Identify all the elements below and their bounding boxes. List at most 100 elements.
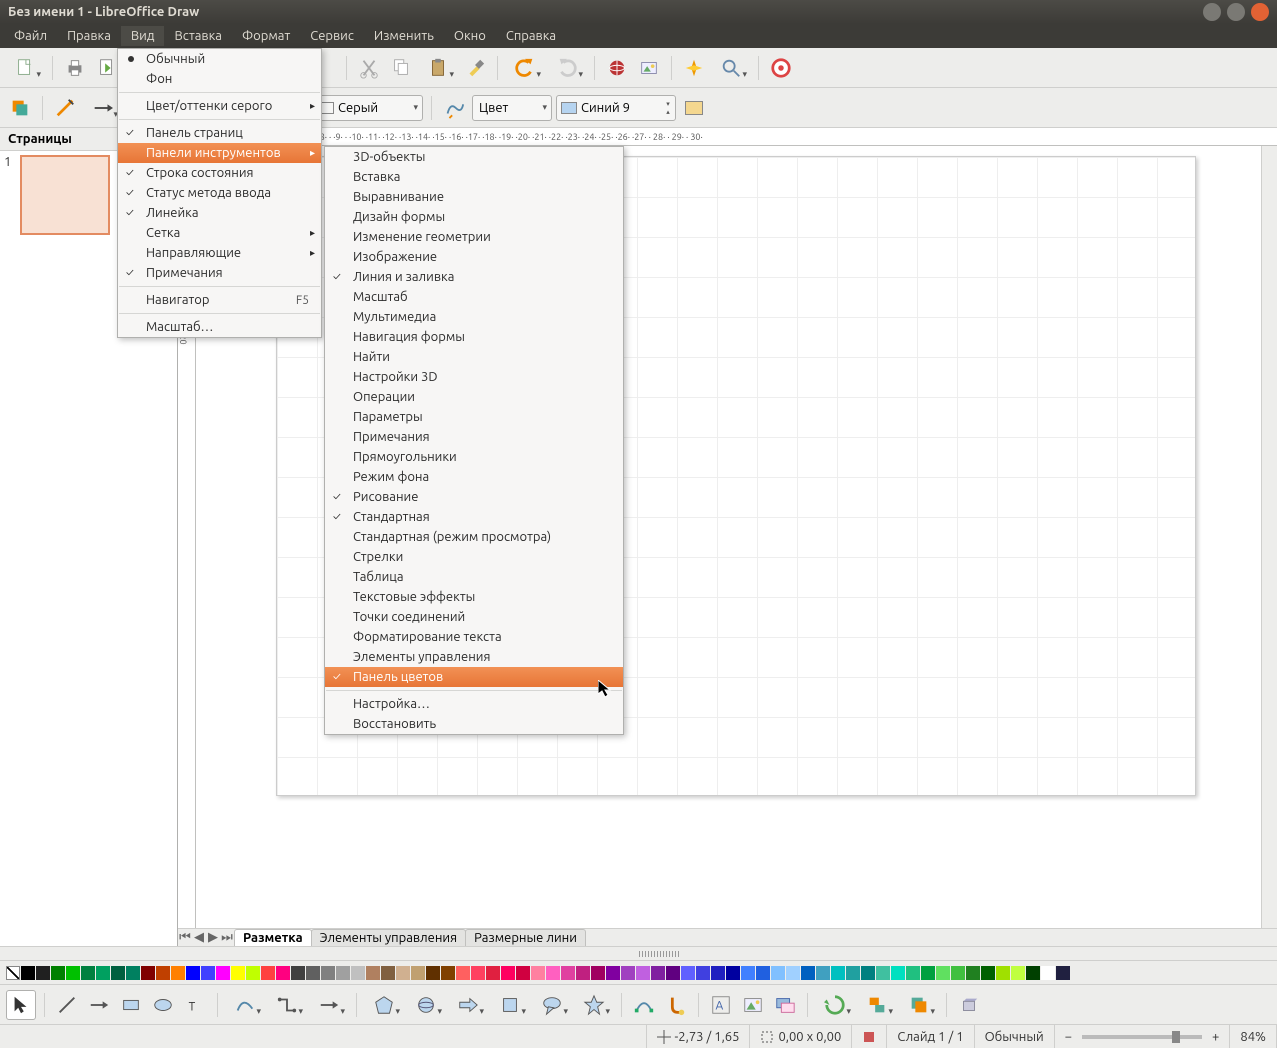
color-swatch[interactable] [501, 966, 515, 980]
paste-button[interactable] [419, 54, 457, 82]
tb-media[interactable]: Мультимедиа [325, 307, 623, 327]
color-swatch[interactable] [246, 966, 260, 980]
line-dialog-button[interactable] [51, 94, 79, 122]
tb-reset[interactable]: Восстановить [325, 714, 623, 734]
horizontal-scrollbar[interactable] [0, 946, 1277, 960]
color-swatch[interactable] [801, 966, 815, 980]
color-swatch[interactable] [231, 966, 245, 980]
text-tool[interactable]: T [181, 991, 209, 1019]
block-arrows-tool[interactable] [449, 991, 487, 1019]
color-swatch[interactable] [336, 966, 350, 980]
menu-modify[interactable]: Изменить [364, 26, 444, 46]
arrow-line-tool[interactable] [85, 991, 113, 1019]
color-swatch[interactable] [426, 966, 440, 980]
color-swatch[interactable] [201, 966, 215, 980]
zoom-slider-cell[interactable]: − + [1055, 1025, 1231, 1048]
color-swatch[interactable] [411, 966, 425, 980]
color-swatch[interactable] [996, 966, 1010, 980]
color-swatch[interactable] [561, 966, 575, 980]
fill-color-dropdown[interactable]: Синий 9 [556, 95, 676, 121]
tb-color-panel[interactable]: ✓Панель цветов [325, 667, 623, 687]
color-swatch[interactable] [1011, 966, 1025, 980]
tb-3d-settings[interactable]: Настройки 3D [325, 367, 623, 387]
area-dialog-button[interactable] [440, 94, 468, 122]
color-swatch[interactable] [726, 966, 740, 980]
menu-tools[interactable]: Сервис [300, 26, 364, 46]
tb-edit-geometry[interactable]: Изменение геометрии [325, 227, 623, 247]
tb-align[interactable]: Выравнивание [325, 187, 623, 207]
curve-tool[interactable] [226, 991, 264, 1019]
tb-notes[interactable]: Примечания [325, 427, 623, 447]
zoom-button[interactable] [712, 54, 750, 82]
callouts-tool[interactable] [533, 991, 571, 1019]
tb-rectangles[interactable]: Прямоугольники [325, 447, 623, 467]
color-swatch[interactable] [156, 966, 170, 980]
connector-tool[interactable] [268, 991, 306, 1019]
layer-tab-layout[interactable]: Разметка [234, 929, 312, 946]
view-toolbars[interactable]: Панели инструментов▸ [118, 143, 321, 163]
view-grayscale[interactable]: Цвет/оттенки серого▸ [118, 96, 321, 116]
color-swatch[interactable] [891, 966, 905, 980]
color-swatch[interactable] [1056, 966, 1070, 980]
tb-line-fill[interactable]: ✓Линия и заливка [325, 267, 623, 287]
tb-drawing[interactable]: ✓Рисование [325, 487, 623, 507]
shadow-button[interactable] [680, 94, 708, 122]
menu-view[interactable]: Вид [121, 26, 165, 46]
tab-nav-last[interactable]: ⏭ [220, 930, 234, 945]
menu-format[interactable]: Формат [232, 26, 300, 46]
color-swatch[interactable] [21, 966, 35, 980]
color-swatch[interactable] [666, 966, 680, 980]
color-swatch[interactable] [216, 966, 230, 980]
tb-background-mode[interactable]: Режим фона [325, 467, 623, 487]
flowchart-tool[interactable] [491, 991, 529, 1019]
color-swatch[interactable] [81, 966, 95, 980]
color-swatch[interactable] [351, 966, 365, 980]
tb-find[interactable]: Найти [325, 347, 623, 367]
color-swatch[interactable] [126, 966, 140, 980]
arrow-style-button[interactable] [83, 94, 121, 122]
color-swatch[interactable] [921, 966, 935, 980]
zoom-slider[interactable] [1082, 1035, 1202, 1039]
menu-window[interactable]: Окно [444, 26, 496, 46]
ellipse-tool[interactable] [149, 991, 177, 1019]
color-swatch[interactable] [261, 966, 275, 980]
tb-operations[interactable]: Операции [325, 387, 623, 407]
color-swatch[interactable] [321, 966, 335, 980]
gallery-tool[interactable] [771, 991, 799, 1019]
color-swatch[interactable] [636, 966, 650, 980]
view-navigator[interactable]: НавигаторF5 [118, 290, 321, 310]
vertical-scrollbar[interactable] [1261, 146, 1277, 928]
copy-button[interactable] [387, 54, 415, 82]
tb-controls[interactable]: Элементы управления [325, 647, 623, 667]
color-swatch[interactable] [486, 966, 500, 980]
tb-insert[interactable]: Вставка [325, 167, 623, 187]
tb-customize[interactable]: Настройка… [325, 694, 623, 714]
color-swatch[interactable] [591, 966, 605, 980]
fontwork-tool[interactable]: A [707, 991, 735, 1019]
color-swatch[interactable] [396, 966, 410, 980]
tb-connection-points[interactable]: Точки соединений [325, 607, 623, 627]
tb-zoom[interactable]: Масштаб [325, 287, 623, 307]
color-swatch[interactable] [831, 966, 845, 980]
view-zoom[interactable]: Масштаб… [118, 317, 321, 337]
help-button[interactable] [767, 54, 795, 82]
arrange-front-button[interactable] [6, 94, 34, 122]
color-swatch[interactable] [906, 966, 920, 980]
tb-arrows[interactable]: Стрелки [325, 547, 623, 567]
color-swatch[interactable] [381, 966, 395, 980]
color-swatch[interactable] [36, 966, 50, 980]
menu-help[interactable]: Справка [496, 26, 566, 46]
tab-nav-next[interactable]: ▶ [206, 930, 220, 945]
color-swatch[interactable] [576, 966, 590, 980]
menu-edit[interactable]: Правка [57, 26, 121, 46]
color-swatch[interactable] [876, 966, 890, 980]
color-swatch[interactable] [1041, 966, 1055, 980]
color-swatch[interactable] [171, 966, 185, 980]
view-statusbar[interactable]: ✓Строка состояния [118, 163, 321, 183]
undo-button[interactable] [506, 54, 544, 82]
view-guides[interactable]: Направляющие▸ [118, 243, 321, 263]
color-swatch[interactable] [621, 966, 635, 980]
gallery-button[interactable] [635, 54, 663, 82]
color-swatch[interactable] [651, 966, 665, 980]
color-swatch[interactable] [186, 966, 200, 980]
